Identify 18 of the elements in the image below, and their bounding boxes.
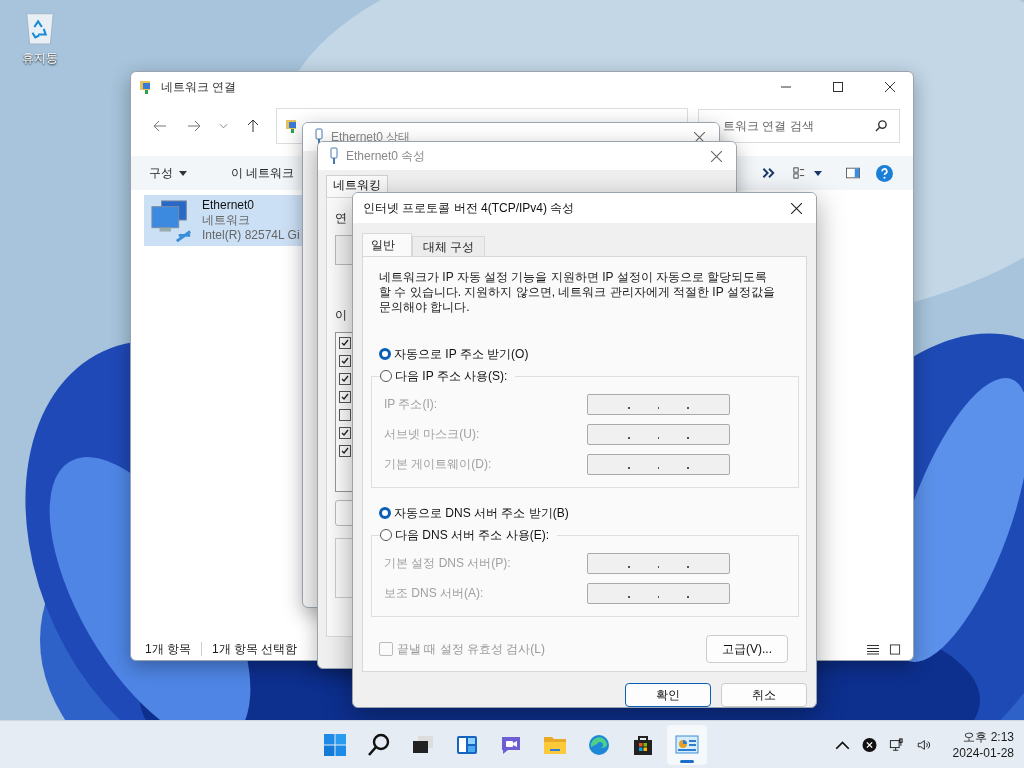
field-label: 연 xyxy=(335,210,347,227)
field-label: 보조 DNS 서버(A): xyxy=(384,584,485,602)
field-label: 이 xyxy=(335,307,347,324)
adapter-device: Intel(R) 82574L Gi xyxy=(202,228,300,243)
clock-date: 2024-01-28 xyxy=(952,744,1014,761)
status-text: 1개 항목 xyxy=(145,640,191,658)
field-label: 기본 설정 DNS 서버(P): xyxy=(384,554,512,572)
adapter-name: Ethernet0 xyxy=(202,198,256,213)
status-text: 1개 항목 선택함 xyxy=(212,640,298,658)
field-label: IP 주소(I): xyxy=(384,395,439,413)
description-text: 네트워크가 IP 자동 설정 기능을 지원하면 IP 설정이 자동으로 할당되도록 할 수 있습니다. 지원하지 않으면, 네트워크 관리자에게 적절한 IP 설정값을 문의해야 합니다. xyxy=(379,270,776,315)
window-title: 네트워크 연결 xyxy=(161,78,237,96)
window-title: Ethernet0 속성 xyxy=(346,147,426,165)
field-label: 기본 게이트웨이(D): xyxy=(384,455,493,473)
adapter-type: 네트워크 xyxy=(202,213,251,228)
clock-time: 오후 2:13 xyxy=(963,728,1014,745)
field-label: 서브넷 마스크(U): xyxy=(384,425,481,443)
window-title: 인터넷 프로토콜 버전 4(TCP/IPv4) 속성 xyxy=(363,199,575,217)
